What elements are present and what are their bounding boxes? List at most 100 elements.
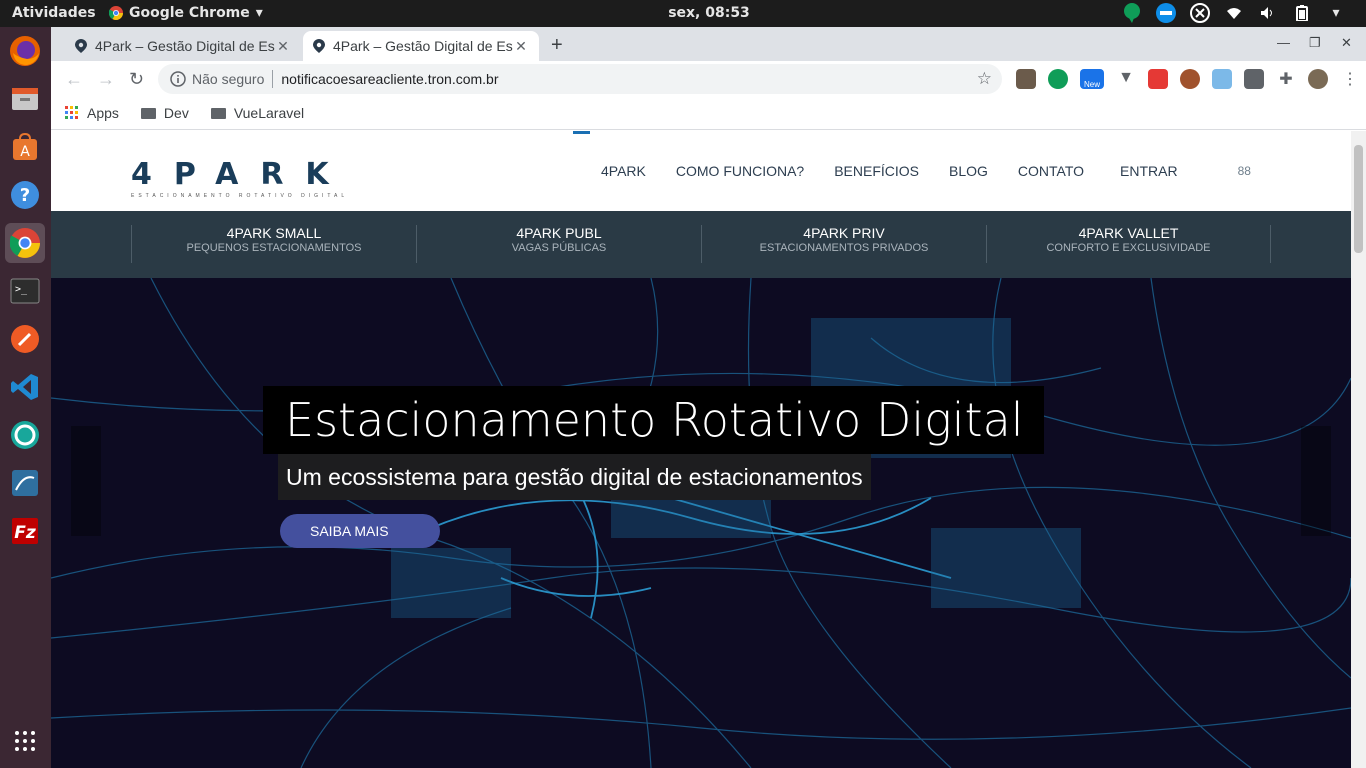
grid-menu-icon[interactable]: 88 (1238, 164, 1251, 178)
security-label: Não seguro (192, 71, 265, 87)
red-extension-icon[interactable] (1148, 69, 1168, 89)
bookmark-label: Dev (163, 105, 189, 121)
battery-icon[interactable] (1292, 3, 1312, 23)
product-title: 4PARK PUBL (516, 225, 602, 241)
show-applications-icon[interactable] (5, 721, 45, 761)
hangouts-icon[interactable] (1122, 3, 1142, 23)
url-text[interactable]: notificacoesareacliente.tron.com.br (281, 71, 498, 87)
wifi-icon[interactable] (1224, 3, 1244, 23)
volume-icon[interactable] (1258, 3, 1278, 23)
tab-title: 4Park – Gestão Digital de Estacionamento… (95, 38, 275, 54)
divider (272, 70, 274, 88)
login-label: ENTRAR (1120, 163, 1178, 179)
nav-beneficios[interactable]: BENEFÍCIOS (834, 163, 919, 179)
product-small[interactable]: 4PARK SMALL PEQUENOS ESTACIONAMENTOS (131, 225, 416, 263)
city-map-background (51, 278, 1351, 768)
svg-text:>_: >_ (15, 284, 28, 295)
product-desc: PEQUENOS ESTACIONAMENTOS (186, 242, 362, 254)
map-pin-icon (75, 39, 87, 53)
logo-wordmark: 4PARK (131, 157, 351, 192)
new-tab-icon[interactable]: + (551, 34, 563, 57)
scrollbar-thumb[interactable] (1354, 145, 1363, 253)
hangouts-extension-icon[interactable] (1048, 69, 1068, 89)
map-pin-icon (313, 39, 325, 53)
hero-subtitle: Um ecossistema para gestão digital de es… (278, 454, 871, 500)
tab-title: 4Park – Gestão Digital de Estacionamento… (333, 38, 513, 54)
svg-text:?: ? (20, 185, 30, 206)
saiba-mais-button[interactable]: SAIBA MAIS (280, 514, 440, 548)
bookmark-apps[interactable]: Apps (65, 105, 119, 121)
minimize-icon[interactable]: — (1277, 35, 1290, 50)
mysql-workbench-icon[interactable] (5, 463, 45, 503)
new-badge-extension-icon[interactable]: New (1080, 69, 1104, 89)
forward-icon[interactable]: → (97, 69, 115, 90)
puzzle-icon[interactable]: ✚ (1276, 69, 1296, 89)
teamviewer-icon[interactable] (1156, 3, 1176, 23)
vue-devtools-icon[interactable]: ▼ (1116, 69, 1136, 89)
eyedropper-extension-icon[interactable] (1016, 69, 1036, 89)
filezilla-icon[interactable]: Fz (5, 511, 45, 551)
bookmark-dev[interactable]: Dev (140, 105, 189, 121)
folder-icon (210, 107, 226, 119)
bookmarks-bar: Apps Dev VueLaravel (51, 97, 1366, 130)
nav-entrar[interactable]: ENTRAR (1114, 163, 1178, 179)
firefox-icon[interactable] (5, 31, 45, 71)
product-desc: VAGAS PÚBLICAS (511, 242, 607, 254)
product-title: 4PARK VALLET (1078, 225, 1179, 241)
gitkraken-icon[interactable] (5, 415, 45, 455)
vscode-icon[interactable] (5, 367, 45, 407)
postman-icon[interactable] (5, 319, 45, 359)
close-window-icon[interactable]: ✕ (1341, 35, 1352, 51)
nav-como-funciona[interactable]: COMO FUNCIONA? (676, 163, 804, 179)
product-title: 4PARK PRIV (803, 225, 885, 241)
bookmark-label: Apps (87, 105, 119, 121)
slider-prev-arrow[interactable] (71, 426, 101, 536)
close-icon[interactable]: ✕ (513, 38, 529, 55)
slider-next-arrow[interactable] (1301, 426, 1331, 536)
product-publ[interactable]: 4PARK PUBL VAGAS PÚBLICAS (416, 225, 701, 263)
cookie-extension-icon[interactable] (1180, 69, 1200, 89)
tab-strip: 4Park – Gestão Digital de Estacionamento… (51, 27, 1366, 61)
bookmark-vuelaravel[interactable]: VueLaravel (210, 105, 305, 121)
logo-tagline: ESTACIONAMENTO ROTATIVO DIGITAL (131, 193, 349, 199)
web-page: 4PARK ESTACIONAMENTO ROTATIVO DIGITAL 4P… (51, 131, 1351, 768)
product-vallet[interactable]: 4PARK VALLET CONFORTO E EXCLUSIVIDADE (986, 225, 1271, 263)
software-center-icon[interactable]: A (5, 127, 45, 167)
products-bar: 4PARK SMALL PEQUENOS ESTACIONAMENTOS 4PA… (51, 211, 1351, 278)
chrome-dock-icon[interactable] (5, 223, 45, 263)
product-desc: CONFORTO E EXCLUSIVIDADE (1046, 242, 1211, 254)
close-icon[interactable]: ✕ (275, 38, 291, 55)
avatar[interactable] (1308, 69, 1328, 89)
reload-icon[interactable]: ↻ (129, 69, 144, 90)
button-label: SAIBA MAIS (310, 523, 389, 539)
apps-grid-icon (65, 106, 78, 119)
extensions-bar: New ▼ ✚ ⋮ (1016, 69, 1360, 89)
hero-title: Estacionamento Rotativo Digital (263, 386, 1044, 454)
help-icon[interactable]: ? (5, 175, 45, 215)
folder-icon (140, 107, 156, 119)
bookmark-label: VueLaravel (233, 105, 305, 121)
address-bar[interactable]: Não seguro notificacoesareacliente.tron.… (158, 64, 1002, 94)
file-manager-icon[interactable] (5, 79, 45, 119)
pen-extension-icon[interactable] (1212, 69, 1232, 89)
restore-icon[interactable]: ❐ (1309, 35, 1321, 51)
system-menu-chevron-icon[interactable]: ▾ (1326, 3, 1346, 23)
nav-4park[interactable]: 4PARK (601, 163, 646, 179)
bookmark-star-icon[interactable]: ☆ (977, 69, 992, 89)
tab-2[interactable]: 4Park – Gestão Digital de Estacionamento… (303, 31, 539, 61)
crossover-icon[interactable] (1190, 3, 1210, 23)
menu-icon[interactable]: ⋮ (1340, 69, 1360, 89)
back-icon[interactable]: ← (65, 69, 83, 90)
nav-blog[interactable]: BLOG (949, 163, 988, 179)
product-title: 4PARK SMALL (226, 225, 322, 241)
hero-slider: Estacionamento Rotativo Digital Um ecoss… (51, 278, 1351, 768)
nav-contato[interactable]: CONTATO (1018, 163, 1084, 179)
security-indicator[interactable]: Não seguro (170, 71, 264, 87)
page-scrollbar[interactable] (1351, 131, 1366, 768)
tab-1[interactable]: 4Park – Gestão Digital de Estacionamento… (65, 31, 301, 61)
terminal-icon[interactable]: >_ (5, 271, 45, 311)
angular-extension-icon[interactable] (1244, 69, 1264, 89)
svg-text:Fz: Fz (14, 523, 36, 543)
site-logo[interactable]: 4PARK ESTACIONAMENTO ROTATIVO DIGITAL (131, 157, 351, 199)
product-priv[interactable]: 4PARK PRIV ESTACIONAMENTOS PRIVADOS (701, 225, 986, 263)
